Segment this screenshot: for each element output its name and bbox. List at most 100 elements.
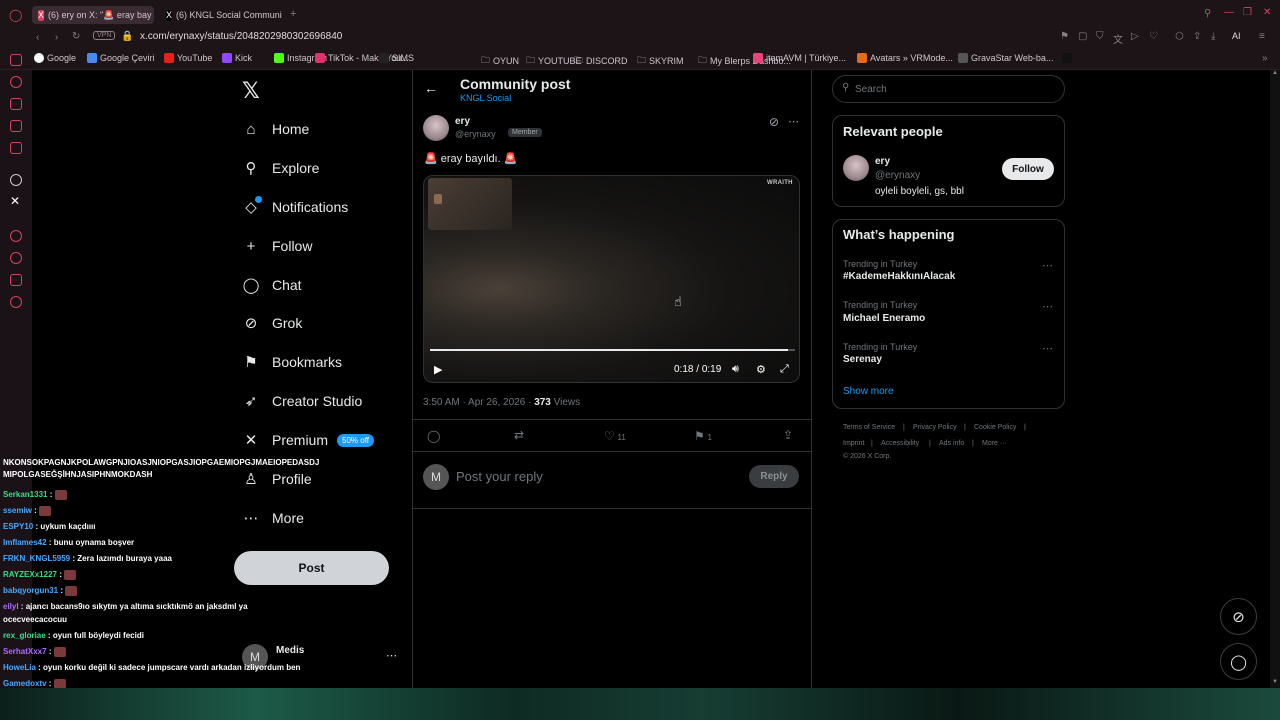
settings-icon[interactable] <box>10 296 22 308</box>
opera-icon[interactable]: ◯ <box>9 8 22 22</box>
back-icon[interactable]: ‹ <box>36 32 39 43</box>
workspaces-icon[interactable] <box>10 120 22 132</box>
player-side-icon[interactable] <box>10 230 22 242</box>
clock-icon[interactable] <box>10 252 22 264</box>
page-scrollbar[interactable]: ▲ ▼ <box>1270 70 1280 688</box>
share-icon[interactable]: ⇪ <box>1193 31 1201 42</box>
nav-premium[interactable]: ✕ Premium 50% off <box>242 425 374 455</box>
bookmark-gravastar[interactable] <box>1062 53 1075 63</box>
search-input[interactable]: ⚲ Search <box>832 75 1065 103</box>
trend-name[interactable]: #KademeHakkınıAlacak <box>843 271 955 282</box>
trend-more-icon[interactable]: ⋯ <box>1042 300 1054 313</box>
footer-imprint[interactable]: Imprint <box>843 440 864 447</box>
follow-button[interactable]: Follow <box>1002 158 1054 180</box>
messenger-icon[interactable] <box>10 54 22 66</box>
grok-float-button[interactable]: ⊘ <box>1220 598 1257 635</box>
author-name[interactable]: ery <box>455 116 470 127</box>
mail-icon[interactable] <box>10 142 22 154</box>
scroll-down-icon[interactable]: ▼ <box>1272 679 1278 685</box>
puzzle-icon[interactable] <box>10 274 22 286</box>
show-more-link[interactable]: Show more <box>843 386 894 397</box>
bookmark-youtube[interactable]: YouTube <box>164 53 212 63</box>
search-tabs-icon[interactable]: ⚲ <box>1204 8 1211 19</box>
repost-icon[interactable]: ⇄ <box>514 428 524 442</box>
trend-name[interactable]: Michael Eneramo <box>843 313 925 324</box>
heart-icon[interactable]: ♡ <box>1149 31 1158 42</box>
x-logo-icon[interactable]: 𝕏 <box>242 78 260 104</box>
video-player[interactable]: WRAITH ▶ 0:18 / 0:19 🔊︎ ⚙ ⤢ <box>423 175 800 383</box>
bookmark-google-ceviri[interactable]: Google Çeviri <box>87 53 155 63</box>
nav-bookmarks[interactable]: ⚑ Bookmarks <box>242 347 342 377</box>
bookmark-youtube-folder[interactable]: 🗀 DISCORD <box>574 53 628 69</box>
wallet-icon[interactable] <box>10 98 22 110</box>
bookmark-blerps[interactable]: itemAVM | Türkiye... <box>753 53 846 63</box>
volume-icon[interactable]: 🔊︎ <box>732 363 739 376</box>
maximize-icon[interactable]: ❐ <box>1243 7 1252 18</box>
nav-explore[interactable]: ⚲ Explore <box>242 153 320 183</box>
post-timestamp[interactable]: 3:50 AM · Apr 26, 2026 · <box>423 397 534 408</box>
author-handle[interactable]: @erynaxy <box>455 129 496 139</box>
messages-float-button[interactable]: ◯ <box>1220 643 1257 680</box>
close-window-icon[interactable]: ✕ <box>1263 7 1271 18</box>
bookmark-tiktok[interactable]: SIMS <box>379 53 414 63</box>
reload-icon[interactable]: ↻ <box>72 31 80 42</box>
reply-icon[interactable]: ◯ <box>427 429 440 443</box>
bookmark-twitch[interactable]: Kick <box>222 53 252 63</box>
chatgpt-icon[interactable] <box>10 174 22 186</box>
bookmark-sims[interactable]: 🗀 OYUN <box>481 53 519 69</box>
download-icon[interactable]: ⤓ <box>1211 31 1215 42</box>
video-progress-track[interactable] <box>430 349 795 351</box>
footer-more[interactable]: More ··· <box>982 440 1007 447</box>
nav-chat[interactable]: ◯ Chat <box>242 270 302 300</box>
shield-icon[interactable]: ⛉ <box>1096 31 1104 42</box>
footer-privacy[interactable]: Privacy Policy <box>913 424 957 431</box>
nav-creator-studio[interactable]: ➶ Creator Studio <box>242 386 363 416</box>
bookmark-button[interactable]: ⚑ 1 <box>694 429 712 443</box>
bookmark-discord[interactable]: 🗀 SKYRIM <box>637 53 684 69</box>
x-sidebar-icon[interactable]: ✕ <box>10 194 20 208</box>
trend-more-icon[interactable]: ⋯ <box>1042 342 1054 355</box>
new-tab-button[interactable]: + <box>290 8 296 20</box>
reply-button[interactable]: Reply <box>749 465 799 488</box>
nav-follow[interactable]: + Follow <box>242 231 313 261</box>
snapshot-icon[interactable]: ▢ <box>1078 31 1087 42</box>
extensions-icon[interactable]: ⬡ <box>1175 31 1184 42</box>
nav-notifications[interactable]: ◇ Notifications <box>242 192 348 222</box>
minimize-icon[interactable]: — <box>1224 7 1234 18</box>
scroll-up-icon[interactable]: ▲ <box>1272 70 1278 76</box>
bookmark-avatars[interactable]: GravaStar Web-ba... <box>958 53 1053 63</box>
bookmark-page-icon[interactable]: ⚑ <box>1060 31 1069 42</box>
author-avatar[interactable] <box>423 115 449 141</box>
nav-home[interactable]: ⌂ Home <box>242 114 309 144</box>
translate-icon[interactable]: 文 <box>1113 31 1123 46</box>
like-button[interactable]: ♡ 11 <box>604 429 626 443</box>
footer-ads[interactable]: Ads info <box>939 440 964 447</box>
tab-inactive[interactable]: X (6) KNGL Social Communi <box>160 6 282 24</box>
community-link[interactable]: KNGL Social <box>460 93 511 103</box>
bookmark-google[interactable]: Google <box>34 53 76 63</box>
player-icon[interactable]: ▷ <box>1131 31 1139 42</box>
post-more-icon[interactable]: ⋯ <box>788 115 799 128</box>
footer-accessibility[interactable]: Accessibility <box>881 440 919 447</box>
menu-icon[interactable]: ≡ <box>1259 31 1265 42</box>
bookmarks-overflow-icon[interactable]: » <box>1262 53 1268 64</box>
trend-more-icon[interactable]: ⋯ <box>1042 259 1054 272</box>
share-post-icon[interactable]: ⇪ <box>783 428 793 442</box>
tab-active[interactable]: X (6) ery on X: "🚨 eray bay <box>32 6 154 24</box>
person-name[interactable]: ery <box>875 156 890 167</box>
footer-cookie[interactable]: Cookie Policy <box>974 424 1016 431</box>
history-icon[interactable] <box>10 76 22 88</box>
trend-name[interactable]: Serenay <box>843 354 882 365</box>
nav-grok[interactable]: ⊘ Grok <box>242 308 303 338</box>
reply-input[interactable]: Post your reply <box>456 469 543 484</box>
fullscreen-icon[interactable]: ⤢ <box>780 363 789 376</box>
forward-icon[interactable]: › <box>55 32 58 43</box>
grok-explain-icon[interactable]: ⊘ <box>769 115 779 129</box>
video-settings-icon[interactable]: ⚙ <box>756 363 766 376</box>
bookmark-itemavm[interactable]: Avatars » VRMode... <box>857 53 953 63</box>
person-avatar[interactable] <box>843 155 869 181</box>
vpn-badge[interactable]: VPN <box>93 31 116 40</box>
url-field[interactable]: x.com/erynaxy/status/2048202980302696840 <box>140 31 342 42</box>
person-handle[interactable]: @erynaxy <box>875 170 920 181</box>
back-arrow-icon[interactable]: ← <box>424 80 438 96</box>
